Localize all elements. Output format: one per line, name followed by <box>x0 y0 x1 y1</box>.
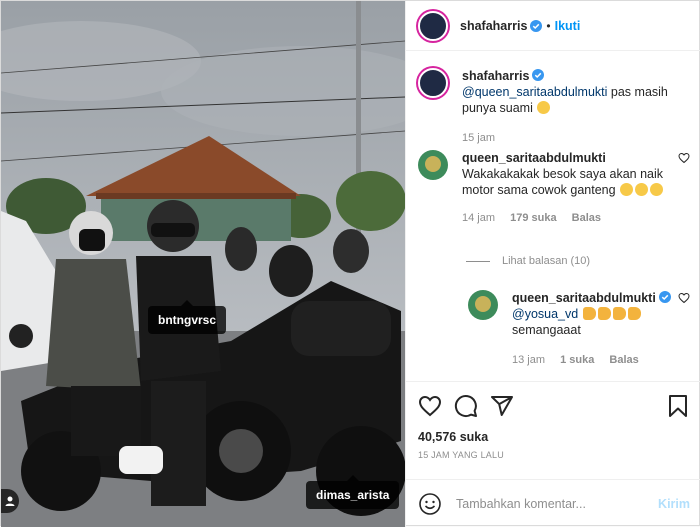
clap-emoji <box>582 307 596 320</box>
caption-meta: 15 jam <box>462 130 690 146</box>
emoji-icon[interactable] <box>418 492 442 516</box>
reply-avatar[interactable] <box>468 290 498 320</box>
person-tag-icon <box>5 496 15 506</box>
photo-illustration <box>1 1 405 527</box>
clap-emoji <box>627 307 641 320</box>
comment-icon[interactable] <box>454 394 478 418</box>
comment-timestamp[interactable]: 14 jam <box>462 212 495 224</box>
comment-item: queen_saritaabdulmukti Wakakakakak besok… <box>418 150 690 226</box>
reply-timestamp[interactable]: 13 jam <box>512 354 545 366</box>
bookmark-icon[interactable] <box>666 394 690 418</box>
verified-icon <box>532 69 545 81</box>
face-emoji <box>537 101 551 114</box>
comment-input[interactable] <box>456 496 659 511</box>
caption: shafaharris @queen_saritaabdulmukti pas … <box>418 68 690 146</box>
instagram-post-modal: bntngvrsc dimas_arista shafaharris • Iku… <box>0 0 700 527</box>
view-replies-label: Lihat balasan (10) <box>502 255 591 267</box>
comment-like-heart-icon[interactable] <box>678 152 690 164</box>
reply-username[interactable]: queen_saritaabdulmukti <box>512 291 656 305</box>
view-replies-link[interactable]: Lihat balasan (10) <box>466 255 590 267</box>
reply-meta: 13 jam 1 suka Balas <box>512 352 690 368</box>
comment-meta: 14 jam 179 suka Balas <box>462 210 690 226</box>
comment-likes[interactable]: 179 suka <box>510 212 556 224</box>
post-header: shafaharris • Ikuti <box>406 1 700 51</box>
caption-username[interactable]: shafaharris <box>462 69 529 83</box>
laugh-emoji <box>650 183 664 196</box>
comment-composer: Kirim <box>406 479 700 527</box>
comment-text: Wakakakakak besok saya akan naik motor s… <box>462 167 664 197</box>
reply-button[interactable]: Balas <box>572 212 601 224</box>
author-avatar[interactable] <box>418 68 448 98</box>
heart-icon[interactable] <box>418 394 442 418</box>
reply-reply-button[interactable]: Balas <box>609 354 638 366</box>
author-avatar[interactable] <box>418 10 448 41</box>
post-sidebar: shafaharris • Ikuti shafaharris @queen_s… <box>405 1 700 527</box>
post-date[interactable]: 15 JAM YANG LALU <box>418 450 690 460</box>
clap-emoji <box>597 307 611 320</box>
post-photo[interactable]: bntngvrsc dimas_arista <box>1 1 405 527</box>
reply-item: queen_saritaabdulmukti @yosua_vd semanga… <box>468 290 690 368</box>
reply-like-heart-icon[interactable] <box>678 292 690 304</box>
reply-body: queen_saritaabdulmukti @yosua_vd semanga… <box>512 290 690 368</box>
share-icon[interactable] <box>490 394 514 418</box>
separator-dot: • <box>546 18 551 33</box>
comment-body: queen_saritaabdulmukti Wakakakakak besok… <box>462 150 690 226</box>
clap-emoji <box>612 307 626 320</box>
commenter-avatar[interactable] <box>418 150 448 180</box>
verified-icon <box>530 19 543 32</box>
laugh-emoji <box>620 183 634 196</box>
photo-user-tag[interactable]: dimas_arista <box>306 475 400 509</box>
caption-timestamp[interactable]: 15 jam <box>462 132 495 144</box>
reply-likes[interactable]: 1 suka <box>560 354 594 366</box>
comments-list: shafaharris @queen_saritaabdulmukti pas … <box>406 52 700 380</box>
action-icons <box>418 392 690 420</box>
reply-mention[interactable]: @yosua_vd <box>512 307 578 321</box>
verified-icon <box>658 291 671 303</box>
caption-mention[interactable]: @queen_saritaabdulmukti <box>462 85 607 99</box>
post-comment-button[interactable]: Kirim <box>658 497 690 511</box>
laugh-emoji <box>635 183 649 196</box>
photo-user-tag[interactable]: bntngvrsc <box>148 300 227 334</box>
reply-text: semangaaat <box>512 323 581 337</box>
replies-divider <box>466 260 490 262</box>
caption-body: shafaharris @queen_saritaabdulmukti pas … <box>462 68 690 146</box>
follow-button[interactable]: Ikuti <box>555 19 581 33</box>
likes-count[interactable]: 40,576 suka <box>418 430 690 444</box>
author-username[interactable]: shafaharris <box>460 19 527 33</box>
post-actions: 40,576 suka 15 JAM YANG LALU <box>406 381 700 460</box>
comment-username[interactable]: queen_saritaabdulmukti <box>462 151 606 165</box>
